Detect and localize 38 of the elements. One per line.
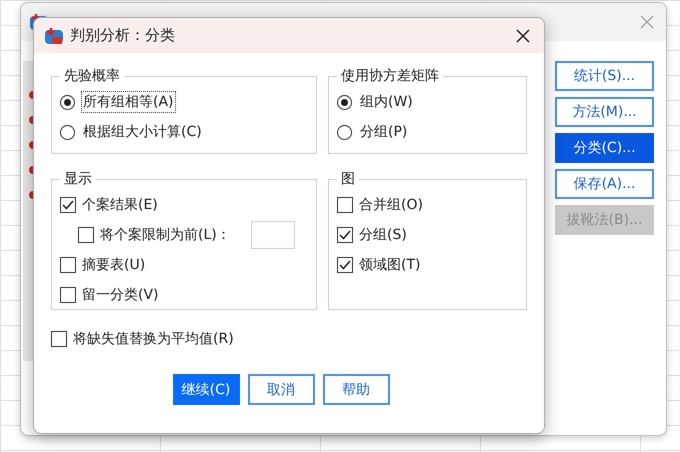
checkbox[interactable] bbox=[60, 287, 76, 303]
option-label: 所有组相等(A) bbox=[81, 91, 176, 113]
dialog-button[interactable]: 方法(M)... bbox=[555, 97, 654, 127]
group-title: 显示 bbox=[63, 170, 93, 188]
checkbox-label: 留一分类(V) bbox=[82, 286, 159, 304]
dialog-button[interactable]: 分类(C)... bbox=[555, 133, 654, 163]
option-label: 根据组大小计算(C) bbox=[82, 123, 203, 142]
group-title: 图 bbox=[340, 170, 356, 188]
checkbox[interactable] bbox=[78, 227, 94, 243]
checkbox-label: 合并组(O) bbox=[359, 196, 423, 214]
checkbox[interactable] bbox=[337, 257, 353, 273]
checkbox-label: 将个案限制为前(L)： bbox=[100, 226, 231, 244]
checkbox-label: 个案结果(E) bbox=[82, 196, 158, 214]
radio-button[interactable] bbox=[337, 94, 352, 110]
dialog-button[interactable]: 统计(S)... bbox=[555, 61, 654, 91]
option-label: 组内(W) bbox=[359, 93, 414, 112]
app-icon bbox=[44, 26, 64, 46]
checkbox[interactable] bbox=[60, 257, 76, 273]
checkbox-label: 分组(S) bbox=[359, 226, 407, 244]
close-icon[interactable] bbox=[516, 28, 530, 42]
group-title: 先验概率 bbox=[63, 67, 121, 85]
group-title: 使用协方差矩阵 bbox=[340, 67, 440, 85]
checkbox-label: 将缺失值替换为平均值(R) bbox=[73, 330, 234, 348]
radio-button[interactable] bbox=[60, 124, 75, 140]
checkbox[interactable] bbox=[337, 227, 353, 243]
dialog-button[interactable]: 保存(A)... bbox=[555, 169, 654, 199]
dialog-button[interactable]: 帮助 bbox=[322, 374, 390, 405]
window-title: 判别分析：分类 bbox=[70, 26, 176, 45]
checkbox[interactable] bbox=[60, 197, 76, 213]
checkbox[interactable] bbox=[51, 331, 67, 347]
dialog-button[interactable]: 继续(C) bbox=[172, 374, 240, 405]
radio-button[interactable] bbox=[337, 124, 352, 140]
option-label: 分组(P) bbox=[359, 123, 408, 142]
radio-button[interactable] bbox=[60, 94, 75, 110]
dialog-button[interactable]: 取消 bbox=[248, 374, 314, 405]
checkbox[interactable] bbox=[337, 197, 353, 213]
checkbox-label: 领域图(T) bbox=[359, 256, 420, 274]
checkbox-label: 摘要表(U) bbox=[82, 256, 146, 274]
